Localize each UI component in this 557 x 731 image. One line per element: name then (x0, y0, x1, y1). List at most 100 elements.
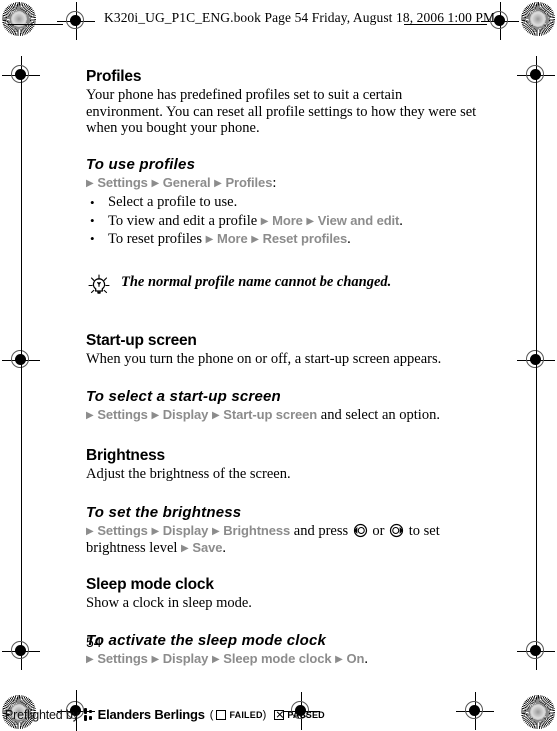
path-arrow-icon: ▶ (86, 177, 94, 189)
list-item-text: Select a profile to use. (108, 194, 238, 211)
section-profiles: Profiles Your phone has predefined profi… (86, 68, 478, 299)
menu-item-settings[interactable]: Settings (97, 523, 148, 538)
section-body-startup-screen: When you turn the phone on or off, a sta… (86, 350, 442, 367)
path-arrow-icon: ▶ (251, 234, 259, 246)
menu-item-save[interactable]: Save (192, 540, 222, 555)
list-item: • To reset profiles ▶ More ▶ Reset profi… (86, 230, 478, 249)
menu-item-on[interactable]: On (346, 651, 364, 666)
subsection-title-to-use-profiles: To use profiles (86, 155, 196, 173)
registration-mark-right-upper (517, 56, 555, 94)
instruction-text-end: . (222, 540, 226, 557)
registration-mark-left-middle (2, 341, 40, 379)
menu-item-brightness[interactable]: Brightness (223, 523, 290, 538)
menu-item-settings[interactable]: Settings (97, 407, 148, 422)
section-body-profiles: Your phone has predefined profiles set t… (86, 87, 477, 137)
menu-path-trailing-text: . (364, 651, 368, 668)
section-sleep-mode-clock: Sleep mode clock Show a clock in sleep m… (86, 576, 478, 669)
registration-mark-right-middle (517, 341, 555, 379)
close-paren: ) (262, 708, 267, 721)
preflight-label: Preflighted by (5, 707, 79, 722)
path-arrow-icon: ▶ (86, 410, 94, 422)
menu-item-profiles[interactable]: Profiles (225, 175, 272, 190)
density-target-top-left (2, 2, 36, 36)
section-body-sleep-mode-clock: Show a clock in sleep mode. (86, 594, 252, 611)
registration-mark-bottom-right (456, 692, 494, 730)
menu-item-more[interactable]: More (217, 231, 248, 246)
bullet-icon: • (90, 195, 95, 211)
registration-mark-left-lower (2, 632, 40, 670)
open-paren: ( (209, 708, 214, 721)
bullet-icon: • (90, 212, 95, 228)
nav-key-left-icon (353, 523, 368, 538)
subsection-title-to-select-a-startup-screen: To select a start-up screen (86, 388, 281, 406)
menu-item-display[interactable]: Display (163, 523, 209, 538)
nav-key-right-icon (389, 523, 404, 538)
document-header-filename: K320i_UG_P1C_ENG.book Page 54 Friday, Au… (104, 10, 496, 25)
path-arrow-icon: ▶ (86, 654, 94, 666)
page-number: 54 (86, 634, 102, 650)
section-body-brightness: Adjust the brightness of the screen. (86, 466, 291, 483)
menu-path-to-select-a-startup-screen: ▶ Settings ▶ Display ▶ Start-up screen a… (86, 407, 478, 425)
list-item-text-end: . (347, 231, 351, 248)
menu-path-suffix: : (272, 174, 277, 191)
section-brightness: Brightness Adjust the brightness of the … (86, 447, 478, 558)
subsection-title-to-activate-the-sleep-mode-clock: To activate the sleep mode clock (86, 632, 327, 650)
section-title-profiles: Profiles (86, 68, 142, 85)
tip-note-text: The normal profile name cannot be change… (121, 273, 392, 290)
profiles-step-list: • Select a profile to use. • To view and… (86, 194, 478, 249)
menu-item-general[interactable]: General (163, 175, 211, 190)
path-arrow-icon: ▶ (211, 654, 220, 666)
menu-item-startup-screen[interactable]: Start-up screen (223, 407, 317, 422)
passed-label: PASSED (287, 709, 325, 720)
preflight-company-name: Elanders Berlings (97, 707, 205, 722)
subsection-title-to-set-the-brightness: To set the brightness (86, 503, 242, 521)
menu-path-to-set-the-brightness: ▶ Settings ▶ Display ▶ Brightness and pr… (86, 523, 478, 558)
density-target-bottom-right (521, 695, 555, 729)
path-arrow-icon: ▶ (260, 215, 269, 227)
menu-path-to-use-profiles: ▶ Settings ▶ General ▶ Profiles: (86, 175, 478, 193)
menu-item-view-and-edit[interactable]: View and edit (318, 213, 400, 228)
section-title-startup-screen: Start-up screen (86, 331, 197, 349)
density-target-top-right (521, 2, 555, 36)
path-arrow-icon: ▶ (151, 654, 160, 666)
bullet-icon: • (90, 231, 95, 247)
section-startup-screen: Start-up screen When you turn the phone … (86, 332, 478, 425)
failed-checkbox[interactable] (216, 709, 227, 720)
menu-item-reset-profiles[interactable]: Reset profiles (263, 231, 348, 246)
menu-item-settings[interactable]: Settings (97, 651, 148, 666)
registration-mark-top-center (57, 2, 95, 40)
registration-mark-right-lower (517, 632, 555, 670)
menu-item-display[interactable]: Display (163, 651, 209, 666)
path-arrow-icon: ▶ (151, 525, 160, 537)
list-item-text: To reset profiles (108, 231, 206, 248)
list-item: • To view and edit a profile ▶ More ▶ Vi… (86, 212, 478, 231)
section-title-brightness: Brightness (86, 447, 165, 465)
lightbulb-tip-icon (86, 273, 112, 299)
trim-line-right (536, 78, 537, 638)
trim-line-left (21, 78, 22, 638)
registration-mark-left-upper (2, 56, 40, 94)
path-arrow-icon: ▶ (211, 410, 220, 422)
page-content: Profiles Your phone has predefined profi… (86, 68, 478, 669)
list-item: • Select a profile to use. (86, 194, 478, 212)
menu-item-sleep-mode-clock[interactable]: Sleep mode clock (223, 651, 331, 666)
header-rule-left (8, 24, 63, 25)
path-arrow-icon: ▶ (151, 177, 160, 189)
menu-item-more[interactable]: More (272, 213, 303, 228)
failed-label: FAILED (229, 709, 263, 720)
path-arrow-icon: ▶ (211, 525, 220, 537)
passed-checkbox[interactable] (274, 709, 285, 720)
path-arrow-icon: ▶ (181, 543, 189, 555)
path-arrow-icon: ▶ (306, 215, 315, 227)
path-arrow-icon: ▶ (335, 654, 343, 666)
list-item-text-end: . (399, 212, 403, 229)
menu-item-display[interactable]: Display (163, 407, 209, 422)
menu-path-trailing-text: and select an option. (317, 407, 440, 424)
instruction-text: or (368, 522, 389, 539)
list-item-text: To view and edit a profile (108, 212, 261, 229)
menu-path-to-activate-the-sleep-mode-clock: ▶ Settings ▶ Display ▶ Sleep mode clock … (86, 651, 478, 669)
section-title-sleep-mode-clock: Sleep mode clock (86, 575, 214, 593)
tip-note: The normal profile name cannot be change… (86, 273, 478, 299)
menu-item-settings[interactable]: Settings (97, 175, 148, 190)
path-arrow-icon: ▶ (151, 410, 160, 422)
